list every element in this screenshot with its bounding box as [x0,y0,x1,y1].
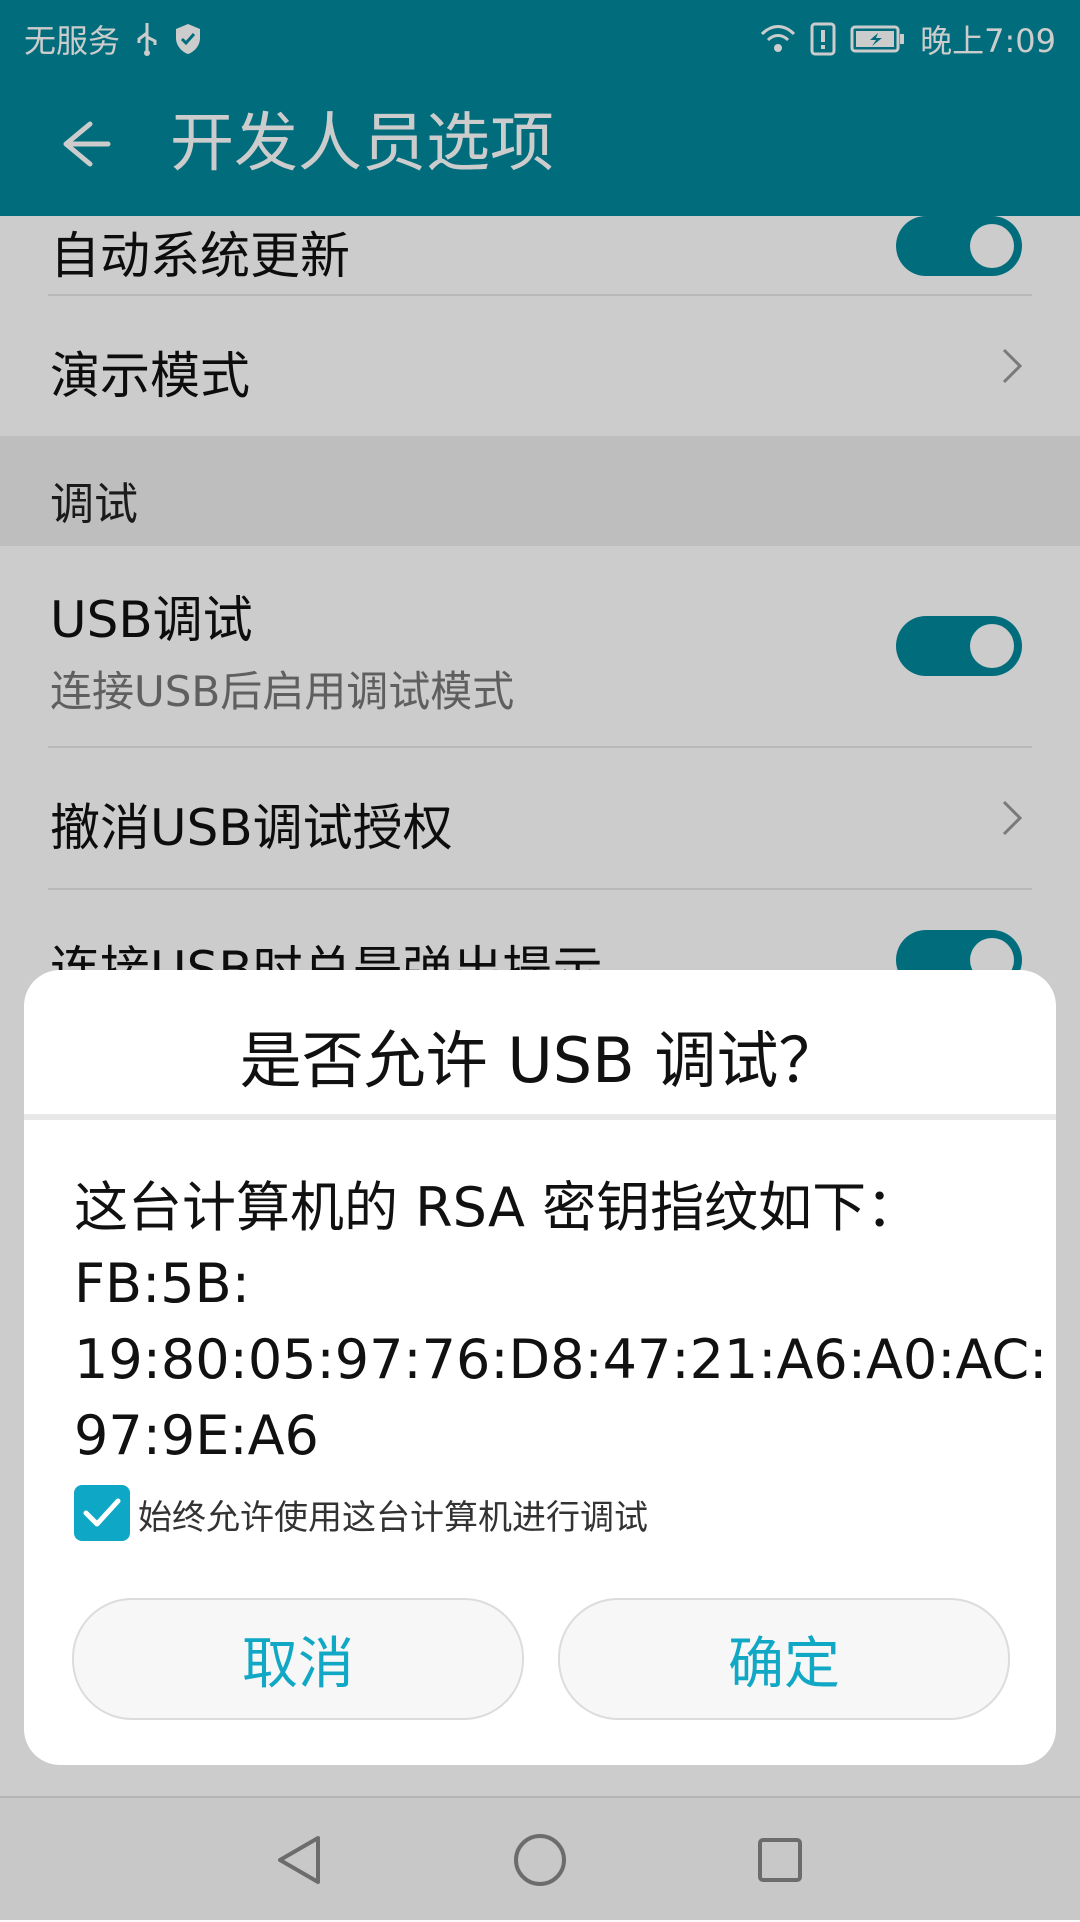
always-allow-checkbox[interactable] [74,1485,130,1541]
dialog-title: 是否允许 USB 调试？ [239,1024,841,1097]
usb-debug-dialog: 是否允许 USB 调试？ 这台计算机的 RSA 密钥指纹如下： FB:5B: 1… [24,970,1056,1765]
cancel-button[interactable]: 取消 [72,1598,524,1720]
message-line: FB:5B: [74,1252,250,1315]
checkbox-label[interactable]: 始终允许使用这台计算机进行调试 [138,1490,648,1539]
dialog-message: 这台计算机的 RSA 密钥指纹如下： FB:5B: 19:80:05:97:76… [74,1170,1048,1474]
divider [24,1114,1056,1120]
message-line: 19:80:05:97:76:D8:47:21:A6:A0:AC: [74,1328,1048,1391]
message-line: 97:9E:A6 [74,1404,319,1467]
confirm-button[interactable]: 确定 [558,1598,1010,1720]
message-line: 这台计算机的 RSA 密钥指纹如下： [74,1176,921,1239]
